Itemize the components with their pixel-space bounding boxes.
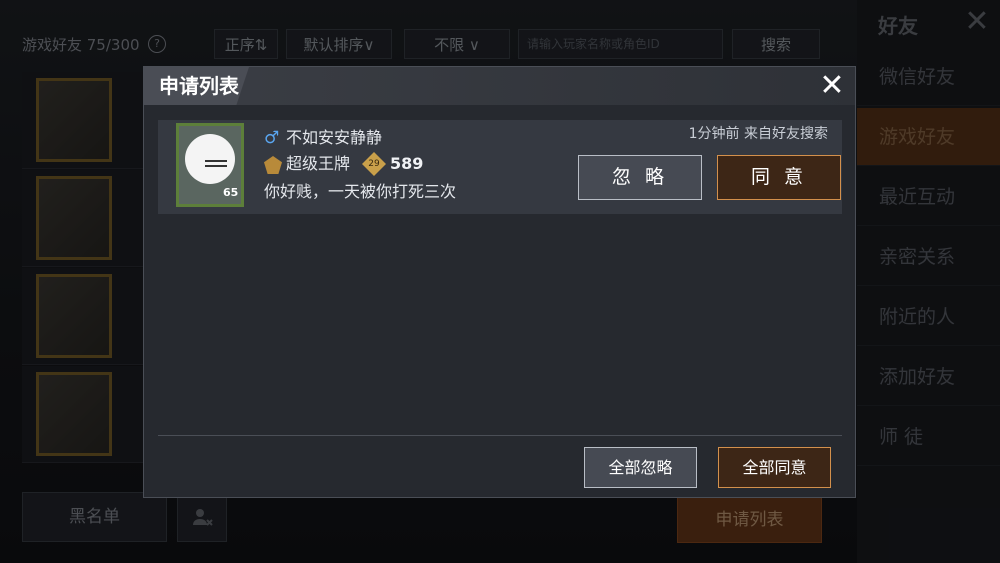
points-badge-icon: 29 [362,152,386,176]
divider [158,435,842,436]
avatar-face [185,134,235,184]
avatar-eyes [205,160,227,167]
rank-points: 589 [390,154,424,173]
agree-all-button[interactable]: 全部同意 [718,447,831,488]
ignore-all-button[interactable]: 全部忽略 [584,447,697,488]
ignore-button[interactable]: 忽 略 [578,155,702,200]
dialog-header: 申请列表 ✕ [144,67,855,105]
avatar[interactable]: 65 [176,123,244,207]
rank-icon [264,156,282,174]
player-name: 不如安安静静 [286,128,383,147]
rank-name: 超级王牌 [286,154,351,173]
avatar-level: 65 [223,186,239,199]
male-icon: ♂ [264,128,280,148]
request-time-source: 1分钟前 来自好友搜索 [688,126,828,142]
close-icon[interactable]: ✕ [815,69,849,103]
dialog-title: 申请列表 [159,74,239,98]
request-message: 你好贱，一天被你打死三次 [264,182,457,201]
agree-button[interactable]: 同 意 [717,155,841,200]
apply-list-dialog: 申请列表 ✕ 65 ♂ 不如安安静静 超级王牌 29 589 你好贱，一天被你打… [143,66,856,498]
friend-request-item: 65 ♂ 不如安安静静 超级王牌 29 589 你好贱，一天被你打死三次 1分钟… [158,120,842,214]
